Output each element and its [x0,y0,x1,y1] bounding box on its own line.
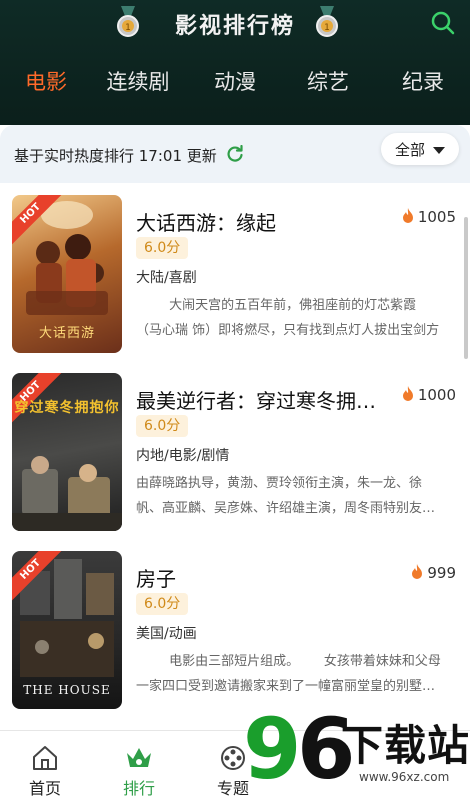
update-status-text: 基于实时热度排行 17:01 更新 [14,147,217,165]
poster-caption: 穿过寒冬拥抱你 [14,400,120,416]
score-badge: 6.0分 [136,415,189,437]
update-status-bar: 基于实时热度排行 17:01 更新 全部 [0,125,470,183]
score-badge: 6.0分 [136,237,189,259]
category-tabs: 电影 连续剧 动漫 综艺 纪录 [0,62,470,102]
chevron-down-icon [433,147,445,154]
poster-caption: 大话西游 [38,326,95,341]
home-icon [33,746,57,770]
heat-count: 1005 [401,208,456,226]
heat-value: 1005 [417,208,456,226]
site-watermark: 9 6 下载站 www.96xz.com [243,704,470,800]
svg-text:1: 1 [324,23,330,33]
movie-title[interactable]: 最美逆行者：穿过寒冬拥抱你 [136,385,386,414]
medal-icon: 1 [316,6,338,37]
tab-variety[interactable]: 综艺 [288,62,368,102]
list-item[interactable]: HOT 大话西游 大话西游：缘起 1005 6.0分 大陆/喜剧 大闹天宫的五百… [0,195,470,373]
movie-title[interactable]: 房子 [136,563,386,592]
movie-description: 电影由三部短片组成。 女孩带着妹妹和父母一家四口受到邀请搬家来到了一幢富丽堂皇的… [136,654,441,694]
watermark-text: 下载站 [341,721,470,770]
poster-image: HOT THE HOUSE [12,551,122,709]
list-item[interactable]: HOT THE HOUSE 房子 999 6.0分 美国/动画 电影由三部短片组… [0,551,470,729]
filter-dropdown[interactable]: 全部 [381,133,459,165]
heat-value: 999 [427,564,456,582]
ranking-list[interactable]: 基于实时热度排行 17:01 更新 全部 HOT 大话西游 大话西游：缘起 10… [0,125,470,730]
crown-icon [127,748,151,767]
poster-caption: THE HOUSE [23,683,111,697]
movie-description: 大闹天宫的五百年前，佛祖座前的灯芯紫霞（马心瑞 饰）即将燃尽，只有找到点灯人拔出… [136,298,440,338]
watermark-url: www.96xz.com [359,770,450,784]
genre-label: 内地/电影/剧情 [136,448,230,464]
flame-icon [412,564,423,579]
heat-count: 1000 [401,386,456,404]
movie-description: 由薛晓路执导，黄渤、贾玲领衔主演，朱一龙、徐帆、高亚麟、吴彦姝、许绍雄主演，周冬… [136,476,436,516]
flame-icon [402,386,413,401]
nav-home[interactable]: 首页 [0,731,90,801]
title-row: 1 影视排行榜 1 [0,0,470,46]
watermark-digit-nine: 9 [243,700,302,798]
score-badge: 6.0分 [136,593,189,615]
genre-label: 大陆/喜剧 [136,270,197,286]
nav-ranking[interactable]: 排行 [94,731,184,801]
app-header: 1 影视排行榜 1 电影 连续剧 动漫 综艺 纪录 [0,0,470,125]
search-icon[interactable] [430,10,456,36]
tab-movie[interactable]: 电影 [6,62,86,102]
filter-label: 全部 [395,141,426,159]
nav-ranking-label: 排行 [122,779,155,798]
heat-value: 1000 [417,386,456,404]
poster-image: HOT 穿过寒冬拥抱你 [12,373,122,531]
nav-home-label: 首页 [28,779,61,798]
tab-anime[interactable]: 动漫 [195,62,275,102]
tab-series[interactable]: 连续剧 [98,62,178,102]
heat-count: 999 [410,564,456,582]
flame-icon [402,208,413,223]
genre-label: 美国/动画 [136,626,197,642]
page-title: 影视排行榜 [174,14,295,39]
poster-image: HOT 大话西游 [12,195,122,353]
refresh-icon[interactable] [226,145,244,163]
movie-title[interactable]: 大话西游：缘起 [136,207,386,236]
tab-documentary[interactable]: 纪录 [383,62,463,102]
list-item[interactable]: HOT 穿过寒冬拥抱你 最美逆行者：穿过寒冬拥抱你 1000 6.0分 内地/电… [0,373,470,551]
